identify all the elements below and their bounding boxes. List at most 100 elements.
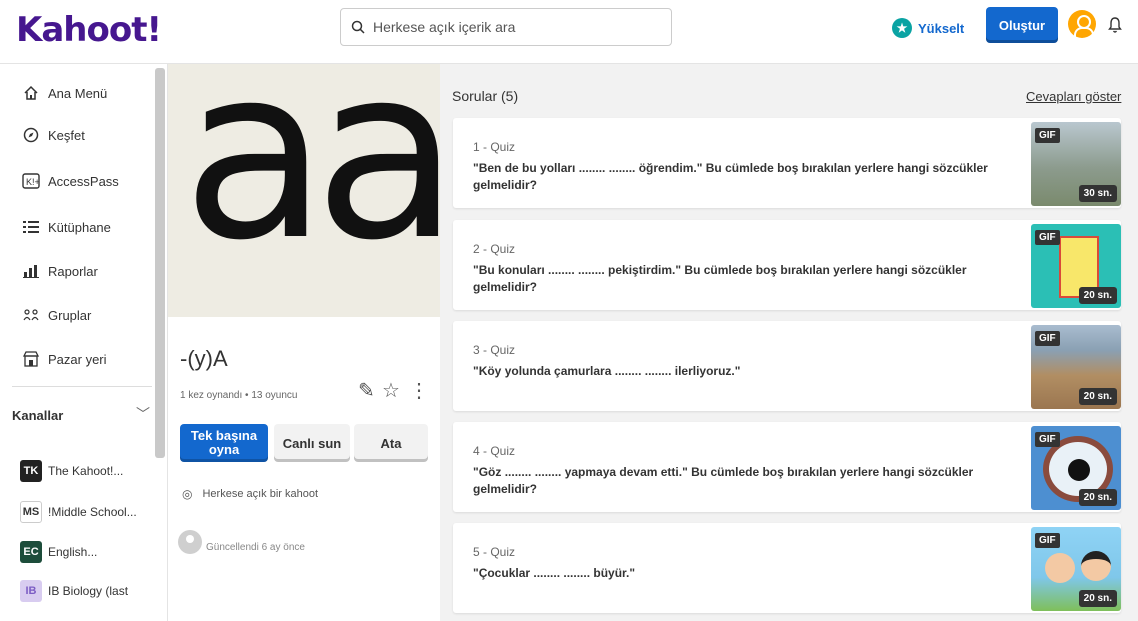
more-options-icon[interactable]: ⋮ bbox=[409, 378, 429, 403]
channel-name: IB Biology (last bbox=[48, 584, 129, 598]
time-limit-badge: 20 sn. bbox=[1078, 590, 1117, 607]
sidebar-item-label: Kütüphane bbox=[48, 219, 111, 235]
bell-icon[interactable] bbox=[1108, 16, 1122, 34]
kahoot-details-panel: aa -(y)A 1 kez oynandı • 13 oyuncu ✎ ☆ ⋮… bbox=[168, 64, 440, 621]
channel-name: The Kahoot!... bbox=[48, 464, 124, 478]
access-pass-icon: K!+ bbox=[22, 172, 40, 190]
gif-badge: GIF bbox=[1035, 432, 1060, 447]
question-type: 3 - Quiz bbox=[473, 343, 516, 357]
pupil-illustration bbox=[1068, 459, 1090, 481]
updated-info: Güncellendi 6 ay önce bbox=[178, 530, 305, 554]
visibility-info: ◎ Herkese açık bir kahoot bbox=[182, 487, 318, 501]
groups-icon bbox=[22, 306, 40, 324]
sidebar-item-marketplace[interactable]: Pazar yeri bbox=[22, 350, 107, 368]
bar-chart-icon bbox=[22, 262, 40, 280]
kahoot-logo[interactable]: Kahoot! bbox=[16, 10, 162, 50]
sidebar-item-reports[interactable]: Raporlar bbox=[22, 262, 98, 280]
top-bar: Kahoot! ★ Yükselt Oluştur bbox=[0, 0, 1138, 64]
visibility-label: Herkese açık bir kahoot bbox=[202, 488, 319, 500]
sidebar-item-home[interactable]: Ana Menü bbox=[22, 84, 107, 102]
channels-heading: Kanallar bbox=[12, 408, 64, 423]
assign-button[interactable]: Ata bbox=[354, 424, 428, 462]
question-text: "Ben de bu yolları ........ ........ öğr… bbox=[473, 161, 988, 192]
cover-text: aa bbox=[182, 64, 440, 293]
channel-item[interactable]: TK The Kahoot!... bbox=[20, 460, 123, 482]
time-limit-badge: 20 sn. bbox=[1078, 287, 1117, 304]
question-type: 2 - Quiz bbox=[473, 242, 516, 256]
question-type: 4 - Quiz bbox=[473, 444, 516, 458]
sidebar-item-label: Keşfet bbox=[48, 127, 85, 143]
channel-name: English... bbox=[48, 545, 98, 559]
question-text: "Bu konuları ........ ........ pekiştird… bbox=[473, 263, 967, 294]
main-scrollbar[interactable] bbox=[1130, 64, 1138, 621]
store-icon bbox=[22, 350, 40, 368]
sidebar-item-label: Gruplar bbox=[48, 307, 92, 323]
creator-avatar bbox=[178, 530, 202, 554]
play-solo-button[interactable]: Tek başına oyna bbox=[180, 424, 268, 462]
channel-badge: EC bbox=[20, 541, 42, 563]
search-icon bbox=[351, 20, 365, 34]
questions-heading: Sorular (5) bbox=[452, 88, 519, 104]
child-illustration bbox=[1045, 553, 1075, 583]
svg-text:K!+: K!+ bbox=[26, 177, 40, 187]
channel-item[interactable]: EC English... bbox=[20, 541, 97, 563]
time-limit-badge: 20 sn. bbox=[1078, 489, 1117, 506]
upgrade-label: Yükselt bbox=[918, 20, 965, 36]
sidebar: Ana Menü Keşfet K!+ AccessPass Kütüphane… bbox=[0, 64, 168, 621]
show-answers-link[interactable]: Cevapları göster bbox=[1026, 89, 1121, 104]
question-type: 1 - Quiz bbox=[473, 140, 516, 154]
question-text: "Göz ........ ........ yapmaya devam ett… bbox=[473, 465, 974, 496]
channel-badge: MS bbox=[20, 501, 42, 523]
question-text: "Çocuklar ........ ........ büyür." bbox=[473, 566, 636, 580]
edit-pencil-icon[interactable]: ✎ bbox=[358, 378, 375, 403]
kahoot-play-stats: 1 kez oynandı • 13 oyuncu bbox=[180, 390, 298, 401]
sidebar-item-label: Ana Menü bbox=[48, 85, 108, 101]
channel-badge: IB bbox=[20, 580, 42, 602]
gif-badge: GIF bbox=[1035, 230, 1060, 245]
search-input[interactable] bbox=[373, 19, 653, 35]
time-limit-badge: 30 sn. bbox=[1078, 185, 1117, 202]
upgrade-link[interactable]: ★ Yükselt bbox=[892, 14, 964, 42]
question-card[interactable]: 4 - Quiz "Göz ........ ........ yapmaya … bbox=[453, 422, 1121, 512]
kahoot-cover-image: aa bbox=[168, 64, 440, 317]
globe-icon: ◎ bbox=[182, 487, 193, 501]
question-thumbnail: GIF 20 sn. bbox=[1031, 224, 1121, 308]
sidebar-item-accesspass[interactable]: K!+ AccessPass bbox=[22, 172, 119, 190]
star-icon: ★ bbox=[892, 18, 912, 38]
updated-label: Güncellendi 6 ay önce bbox=[206, 541, 305, 553]
kahoot-title: -(y)A bbox=[180, 346, 228, 371]
compass-icon bbox=[22, 126, 40, 144]
search-box[interactable] bbox=[340, 8, 672, 46]
time-limit-badge: 20 sn. bbox=[1078, 388, 1117, 405]
channel-item[interactable]: IB IB Biology (last bbox=[20, 580, 128, 602]
question-text: "Köy yolunda çamurlara ........ ........… bbox=[473, 364, 741, 378]
channel-item[interactable]: MS !Middle School... bbox=[20, 501, 137, 523]
sidebar-item-label: AccessPass bbox=[48, 173, 119, 189]
question-thumbnail: GIF 20 sn. bbox=[1031, 527, 1121, 611]
gif-badge: GIF bbox=[1035, 331, 1060, 346]
gif-badge: GIF bbox=[1035, 533, 1060, 548]
question-card[interactable]: 1 - Quiz "Ben de bu yolları ........ ...… bbox=[453, 118, 1121, 208]
question-thumbnail: GIF 20 sn. bbox=[1031, 325, 1121, 409]
sidebar-item-groups[interactable]: Gruplar bbox=[22, 306, 91, 324]
list-icon bbox=[22, 218, 40, 236]
question-thumbnail: GIF 20 sn. bbox=[1031, 426, 1121, 510]
child-illustration bbox=[1081, 551, 1111, 581]
question-card[interactable]: 5 - Quiz "Çocuklar ........ ........ büy… bbox=[453, 523, 1121, 613]
home-icon bbox=[22, 84, 40, 102]
sidebar-item-discover[interactable]: Keşfet bbox=[22, 126, 85, 144]
sidebar-item-library[interactable]: Kütüphane bbox=[22, 218, 111, 236]
question-thumbnail: GIF 30 sn. bbox=[1031, 122, 1121, 206]
create-button[interactable]: Oluştur bbox=[986, 7, 1058, 43]
gif-badge: GIF bbox=[1035, 128, 1060, 143]
question-type: 5 - Quiz bbox=[473, 545, 516, 559]
question-card[interactable]: 3 - Quiz "Köy yolunda çamurlara ........… bbox=[453, 321, 1121, 411]
channel-badge: TK bbox=[20, 460, 42, 482]
chevron-down-icon[interactable]: ﹀ bbox=[136, 404, 150, 424]
sidebar-scrollbar[interactable] bbox=[155, 68, 165, 458]
question-card[interactable]: 2 - Quiz "Bu konuları ........ ........ … bbox=[453, 220, 1121, 310]
user-avatar-icon[interactable] bbox=[1068, 10, 1096, 38]
channel-name: !Middle School... bbox=[48, 505, 137, 519]
host-live-button[interactable]: Canlı sun bbox=[274, 424, 350, 462]
star-favorite-icon[interactable]: ☆ bbox=[382, 378, 400, 403]
